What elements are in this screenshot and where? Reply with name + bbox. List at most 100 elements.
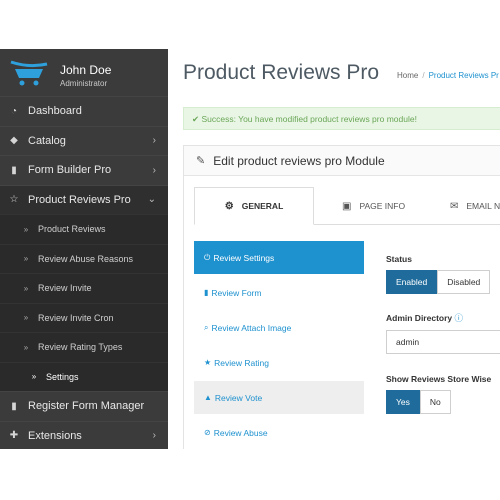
sidebar-item-label: Product Reviews Pro bbox=[28, 193, 131, 206]
tab-label: PAGE INFO bbox=[359, 201, 406, 211]
vtab-review-abuse[interactable]: ⊘ Review Abuse bbox=[194, 416, 364, 449]
status-toggle: Enabled Disabled bbox=[386, 270, 500, 294]
sidebar-item-label: Register Form Manager bbox=[28, 400, 145, 413]
tab-email[interactable]: ✉ EMAIL N bbox=[450, 187, 500, 225]
vtab-label: Review Form bbox=[211, 287, 262, 298]
sidebar-item-label: Extensions bbox=[28, 429, 82, 442]
double-chevron-icon: » bbox=[23, 313, 29, 323]
chevron-right-icon: › bbox=[152, 430, 156, 442]
vtab-review-attach-image[interactable]: ⌕ Review Attach Image bbox=[194, 311, 364, 344]
sidebar-item-extensions[interactable]: ✚ Extensions › bbox=[0, 420, 168, 450]
sidebar-subitem-review-invite[interactable]: » Review Invite bbox=[0, 273, 168, 303]
sidebar-item-dashboard[interactable]: ◔ Dashboard bbox=[0, 96, 168, 126]
tab-label: GENERAL bbox=[241, 201, 284, 211]
sidebar-subitem-review-rating-types[interactable]: » Review Rating Types bbox=[0, 332, 168, 362]
admin-directory-select[interactable]: admin bbox=[386, 330, 500, 354]
chevron-right-icon: › bbox=[152, 135, 156, 147]
sidebar-subitem-product-reviews[interactable]: » Product Reviews bbox=[0, 214, 168, 244]
sidebar-item-label: Dashboard bbox=[28, 105, 82, 118]
sidebar-item-form-builder-pro[interactable]: ▮ Form Builder Pro › bbox=[0, 155, 168, 185]
sidebar-subitem-review-abuse-reasons[interactable]: » Review Abuse Reasons bbox=[0, 243, 168, 274]
sidebar-menu-lower: ▮ Register Form Manager ✚ Extensions › bbox=[0, 391, 168, 449]
panel-title: Edit product reviews pro Module bbox=[213, 153, 385, 168]
sidebar-subitem-review-invite-cron[interactable]: » Review Invite Cron bbox=[0, 302, 168, 333]
double-chevron-icon: » bbox=[23, 254, 29, 264]
ban-icon: ⊘ bbox=[204, 428, 211, 437]
sidebar-subitem-label: Review Abuse Reasons bbox=[38, 253, 134, 264]
chevron-right-icon: › bbox=[152, 164, 156, 176]
tab-page-info[interactable]: ▣ PAGE INFO bbox=[342, 187, 405, 225]
vtab-review-form[interactable]: ▮ Review Form bbox=[194, 276, 364, 309]
success-alert: ✔ Success: You have modified product rev… bbox=[183, 107, 500, 130]
sidebar-subitem-settings[interactable]: » Settings bbox=[0, 361, 168, 392]
sidebar-menu: ◔ Dashboard ◆ Catalog › ▮ Form Builder P… bbox=[0, 96, 168, 214]
status-disabled-button[interactable]: Disabled bbox=[437, 270, 491, 294]
tab-general[interactable]: ⚙ GENERAL bbox=[194, 187, 314, 225]
panel-heading: ✎ Edit product reviews pro Module bbox=[184, 146, 500, 176]
star-icon: ★ bbox=[204, 358, 212, 367]
vtab-review-rating[interactable]: ★ Review Rating bbox=[194, 346, 364, 379]
vtab-label: Review Settings bbox=[213, 252, 275, 263]
edit-module-panel: ✎ Edit product reviews pro Module ⚙ GENE… bbox=[183, 145, 500, 449]
store-wise-yes-button[interactable]: Yes bbox=[386, 390, 420, 414]
vtab-label: Review Abuse bbox=[213, 427, 268, 438]
tag-icon: ◆ bbox=[10, 135, 18, 147]
breadcrumb-current[interactable]: Product Reviews Pr bbox=[429, 71, 499, 80]
question-circle-icon[interactable]: ⓘ bbox=[455, 313, 464, 323]
admin-directory-label: Admin Directory ⓘ bbox=[386, 312, 500, 324]
sidebar-submenu: » Product Reviews » Review Abuse Reasons… bbox=[0, 214, 168, 391]
vtab-review-vote[interactable]: ▲ Review Vote bbox=[194, 381, 364, 414]
settings-vertical-tabs: ⏻ Review Settings ▮ Review Form ⌕ Review… bbox=[194, 241, 364, 449]
cart-logo-icon bbox=[10, 60, 48, 86]
vtab-label: Review Rating bbox=[214, 357, 269, 368]
file-icon: ▮ bbox=[204, 288, 209, 297]
double-chevron-icon: » bbox=[23, 283, 29, 293]
module-tabs: ⚙ GENERAL ▣ PAGE INFO ✉ EMAIL N bbox=[194, 187, 500, 225]
breadcrumb: Home / Product Reviews Pr bbox=[397, 71, 499, 80]
breadcrumb-home[interactable]: Home bbox=[397, 71, 418, 80]
power-icon: ⏻ bbox=[204, 252, 211, 262]
pencil-icon: ✎ bbox=[196, 155, 206, 167]
envelope-icon: ✉ bbox=[450, 200, 459, 212]
sidebar-item-register-form-manager[interactable]: ▮ Register Form Manager bbox=[0, 391, 168, 421]
chevron-down-icon: ⌄ bbox=[147, 194, 156, 206]
store-wise-label: Show Reviews Store Wise bbox=[386, 374, 492, 384]
store-wise-no-button[interactable]: No bbox=[419, 390, 451, 414]
main-content: Product Reviews Pro Home / Product Reviews… bbox=[168, 49, 500, 449]
double-chevron-icon: » bbox=[31, 372, 37, 382]
page-title: Product Reviews Pro bbox=[183, 61, 380, 84]
settings-form: Status Enabled Disabled Admin Directory … bbox=[386, 254, 500, 432]
sidebar-item-label: Catalog bbox=[28, 134, 66, 147]
gears-icon: ⚙ bbox=[224, 200, 234, 212]
user-role: Administrator bbox=[60, 79, 108, 88]
user-profile[interactable]: John Doe Administrator bbox=[0, 49, 168, 96]
alert-text: Success: You have modified product revie… bbox=[201, 114, 417, 124]
star-icon: ☆ bbox=[9, 194, 19, 206]
admin-directory-label-text: Admin Directory bbox=[386, 313, 453, 323]
puzzle-icon: ✚ bbox=[9, 430, 19, 442]
user-name: John Doe bbox=[60, 63, 112, 77]
sidebar-subitem-label: Review Rating Types bbox=[38, 342, 123, 353]
vtab-label: Review Attach Image bbox=[211, 322, 292, 333]
tab-label: EMAIL N bbox=[466, 201, 500, 211]
status-enabled-button[interactable]: Enabled bbox=[386, 270, 438, 294]
dashboard-icon: ◔ bbox=[10, 105, 18, 117]
status-label: Status bbox=[386, 254, 412, 264]
vtab-review-settings[interactable]: ⏻ Review Settings bbox=[194, 241, 364, 274]
double-chevron-icon: » bbox=[23, 342, 29, 352]
sidebar-item-label: Form Builder Pro bbox=[28, 164, 112, 177]
sidebar-item-product-reviews-pro[interactable]: ☆ Product Reviews Pro ⌄ bbox=[0, 184, 168, 214]
sidebar-subitem-label: Settings bbox=[46, 371, 79, 382]
sidebar: John Doe Administrator ◔ Dashboard ◆ Cat… bbox=[0, 49, 168, 449]
sidebar-subitem-label: Product Reviews bbox=[38, 224, 106, 235]
file-icon: ▮ bbox=[11, 400, 17, 412]
thumbs-up-icon: ▲ bbox=[204, 393, 212, 402]
vtab-label: Review Vote bbox=[214, 392, 263, 403]
sidebar-subitem-label: Review Invite Cron bbox=[38, 312, 114, 323]
breadcrumb-separator: / bbox=[422, 71, 425, 80]
image-icon: ▣ bbox=[342, 200, 352, 212]
double-chevron-icon: » bbox=[23, 224, 29, 234]
paperclip-icon: ⌕ bbox=[204, 322, 209, 332]
sidebar-item-catalog[interactable]: ◆ Catalog › bbox=[0, 125, 168, 156]
sidebar-subitem-label: Review Invite bbox=[38, 283, 92, 294]
